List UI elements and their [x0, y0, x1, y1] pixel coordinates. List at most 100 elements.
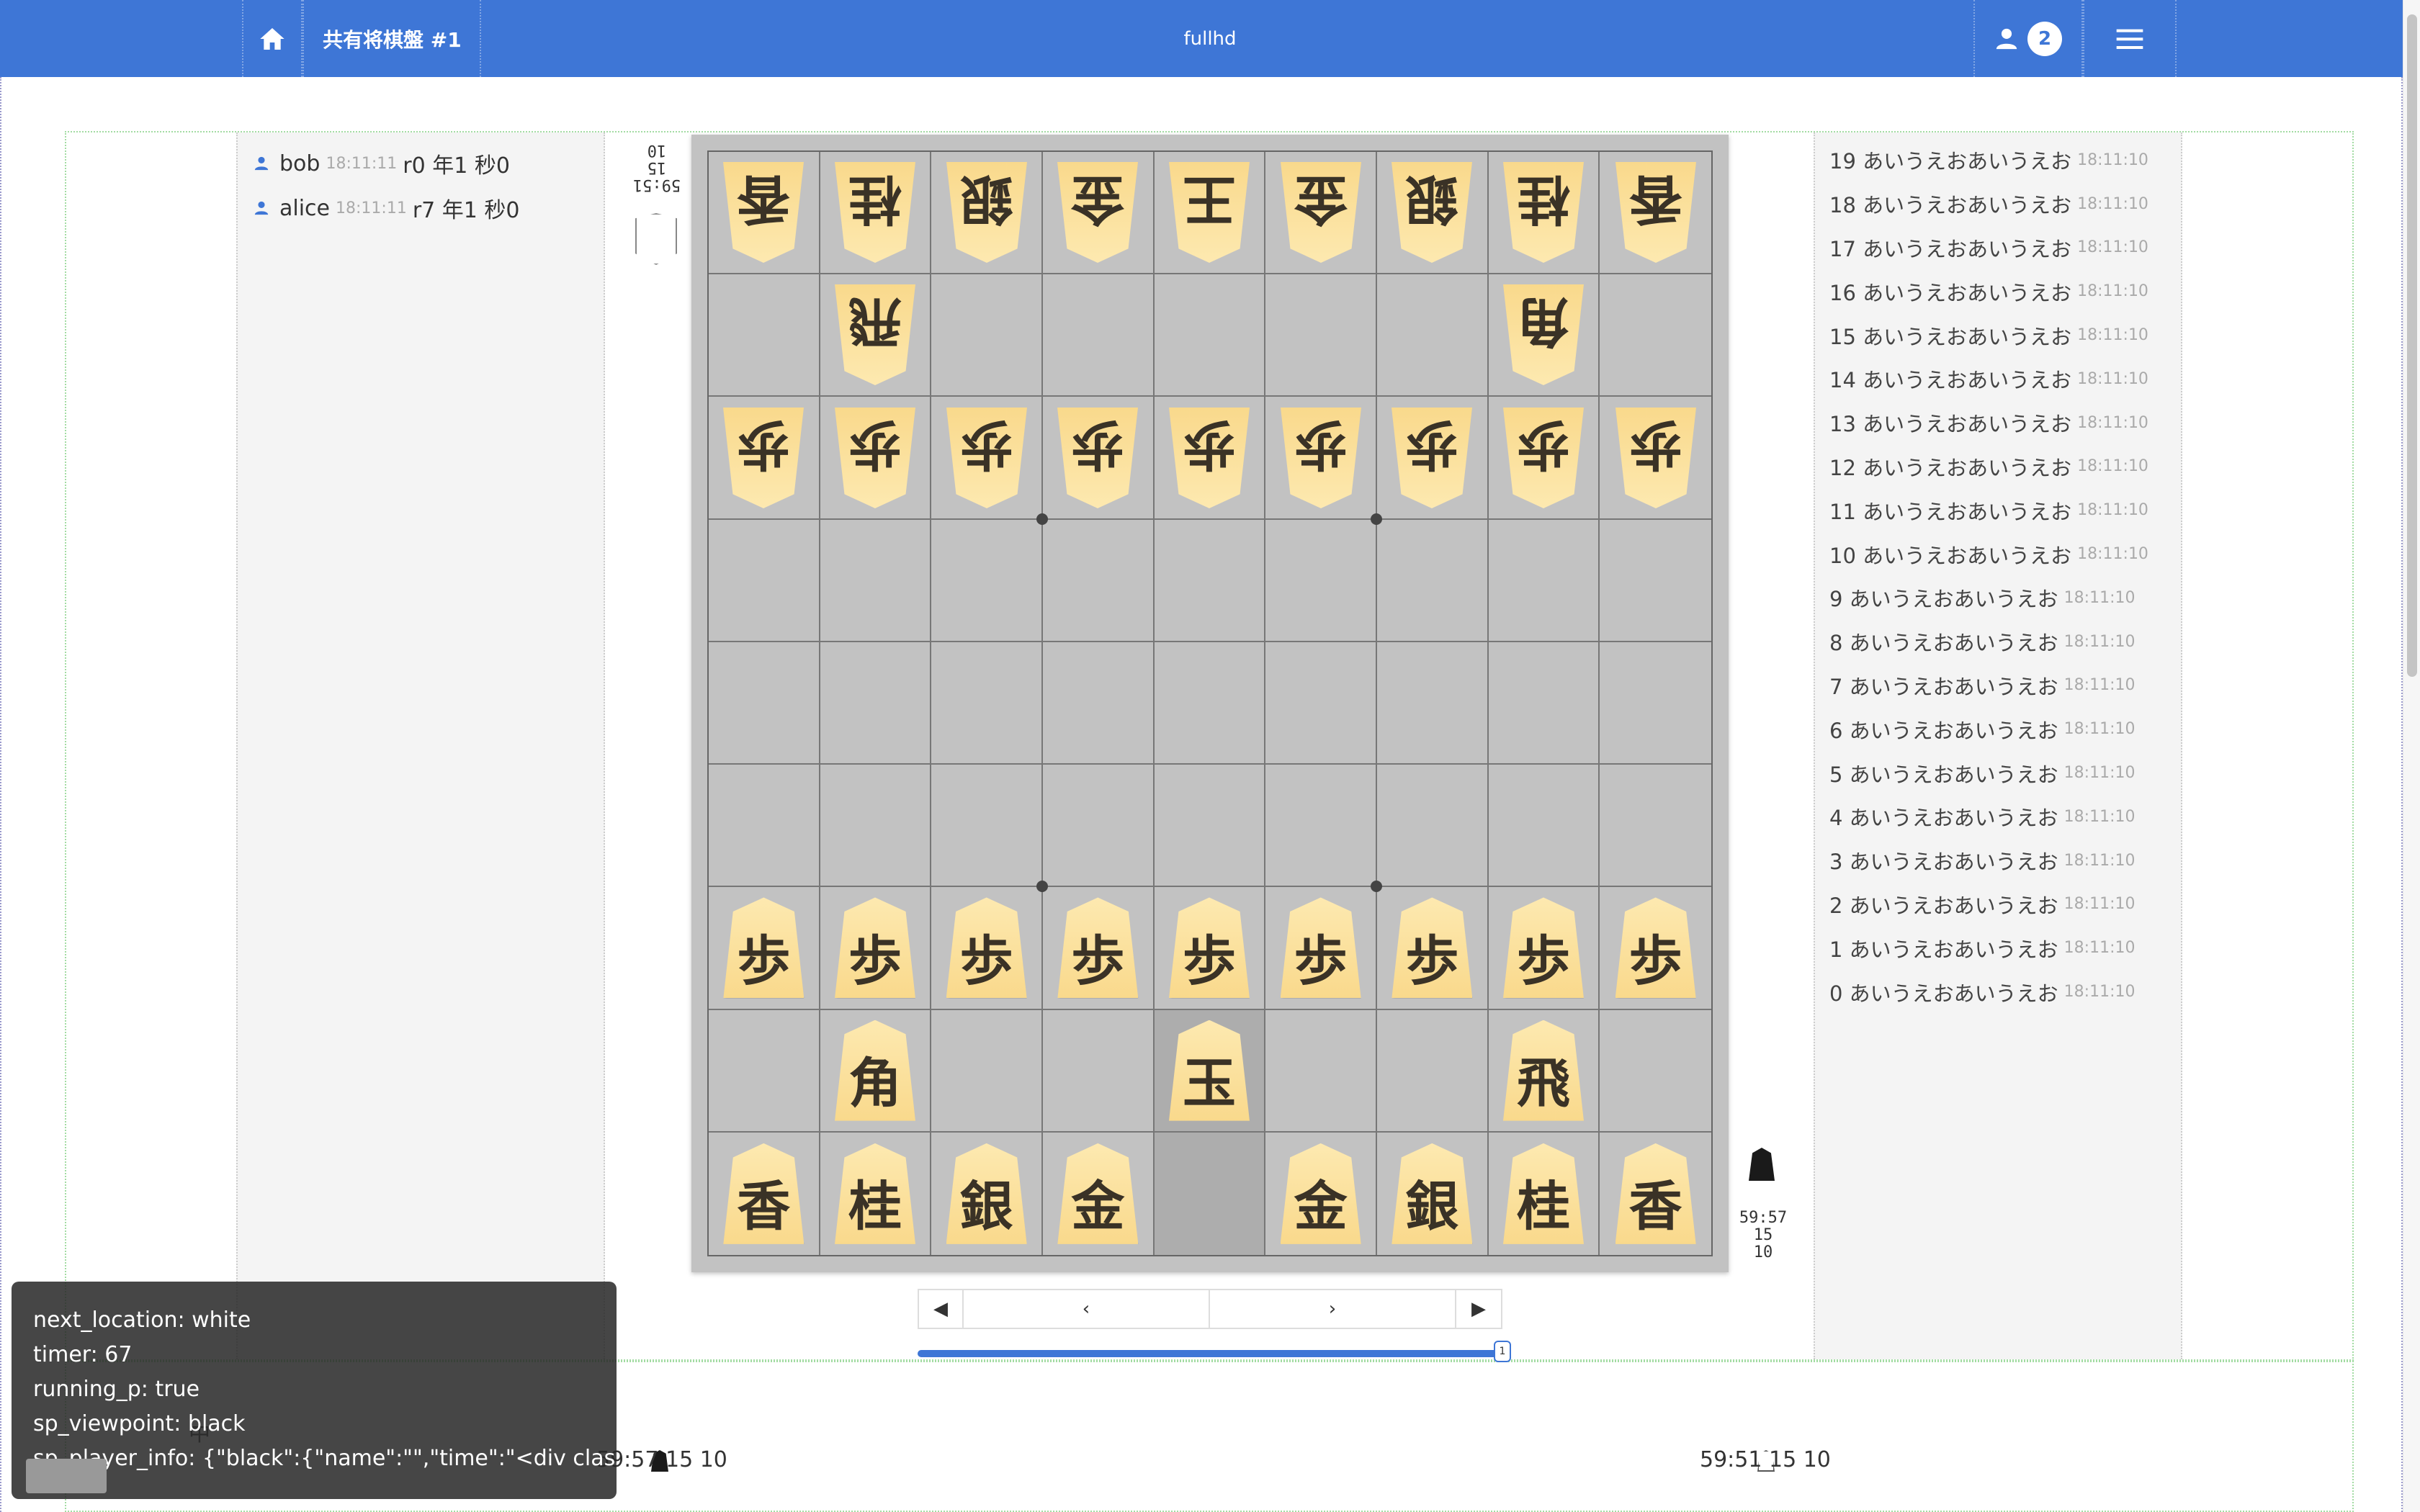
board-square[interactable]: 王 [1154, 152, 1266, 275]
board-square[interactable]: 香 [1600, 1132, 1711, 1255]
board-square[interactable] [1043, 642, 1155, 765]
black-piece[interactable]: 歩 [1502, 897, 1584, 999]
board-square[interactable] [1377, 765, 1489, 888]
last-move-button[interactable]: ▶ [1456, 1290, 1501, 1328]
board-square[interactable] [709, 642, 820, 765]
member-row[interactable]: bob 18:11:11 r0 年1 秒0 [238, 141, 604, 186]
black-piece[interactable]: 香 [1615, 1143, 1696, 1244]
black-piece[interactable]: 金 [1057, 1143, 1139, 1244]
debug-scrollbar[interactable] [26, 1459, 107, 1493]
board-square[interactable] [1265, 519, 1377, 642]
board-square[interactable] [1377, 519, 1489, 642]
member-row[interactable]: alice 18:11:11 r7 年1 秒0 [238, 186, 604, 230]
board-square[interactable]: 銀 [1377, 152, 1489, 275]
black-piece[interactable]: 玉 [1168, 1020, 1250, 1121]
black-piece[interactable]: 香 [723, 1143, 805, 1244]
board-square[interactable]: 角 [820, 1009, 932, 1133]
white-piece[interactable]: 銀 [1392, 162, 1472, 263]
board-square[interactable] [1154, 274, 1266, 397]
board-square[interactable] [1488, 519, 1600, 642]
board-square[interactable] [1043, 519, 1155, 642]
board-square[interactable] [931, 642, 1043, 765]
black-piece[interactable]: 歩 [1057, 897, 1139, 999]
black-piece[interactable]: 歩 [723, 897, 805, 999]
board-square[interactable]: 歩 [931, 887, 1043, 1010]
board-square[interactable]: 玉 [1154, 1009, 1266, 1133]
white-piece[interactable]: 銀 [946, 162, 1027, 263]
board-square[interactable] [931, 519, 1043, 642]
black-piece[interactable]: 歩 [1392, 897, 1473, 999]
member-count-button[interactable]: 2 [1973, 0, 2083, 77]
board-square[interactable]: 歩 [1377, 887, 1489, 1010]
board-square[interactable] [820, 519, 932, 642]
board-square[interactable] [709, 519, 820, 642]
board-square[interactable] [1154, 519, 1266, 642]
white-piece[interactable]: 香 [723, 162, 804, 263]
black-piece[interactable]: 銀 [1392, 1143, 1473, 1244]
black-piece[interactable]: 銀 [946, 1143, 1027, 1244]
board-square[interactable]: 歩 [1154, 887, 1266, 1010]
board-square[interactable] [931, 765, 1048, 893]
board-square[interactable] [1377, 1009, 1489, 1133]
board-square[interactable] [1154, 765, 1266, 888]
move-slider-handle[interactable]: 1 [1494, 1341, 1511, 1362]
prev-move-button[interactable]: ‹ [964, 1290, 1210, 1328]
board-square[interactable] [931, 1009, 1043, 1133]
board-square[interactable]: 金 [1043, 1132, 1155, 1255]
black-piece[interactable]: 歩 [1615, 897, 1696, 999]
board-square[interactable] [820, 642, 932, 765]
white-piece[interactable]: 歩 [1392, 408, 1472, 508]
white-piece[interactable]: 桂 [835, 162, 915, 263]
black-piece[interactable]: 桂 [1502, 1143, 1584, 1244]
board-square[interactable] [1600, 519, 1711, 642]
board-square[interactable]: 桂 [820, 1132, 932, 1255]
board-square[interactable] [1043, 1009, 1155, 1133]
board-square[interactable] [931, 274, 1043, 397]
board-square[interactable]: 歩 [1043, 397, 1155, 520]
white-piece[interactable]: 飛 [835, 284, 915, 385]
board-square[interactable] [1154, 1132, 1266, 1255]
board-square[interactable] [1265, 274, 1377, 397]
board-square[interactable]: 銀 [931, 1132, 1043, 1255]
board-square[interactable] [1043, 274, 1155, 397]
page-scrollbar[interactable] [2403, 0, 2420, 1512]
white-piece[interactable]: 歩 [1169, 408, 1250, 508]
black-piece[interactable]: 桂 [834, 1143, 915, 1244]
home-button[interactable] [242, 0, 302, 77]
board-square[interactable] [1154, 642, 1266, 765]
page-scrollbar-thumb[interactable] [2407, 14, 2417, 677]
white-piece[interactable]: 歩 [1057, 408, 1138, 508]
board-square[interactable]: 歩 [709, 397, 820, 520]
board-square[interactable] [1600, 274, 1711, 397]
white-piece[interactable]: 歩 [835, 408, 915, 508]
board-square[interactable] [1600, 765, 1711, 888]
board-square[interactable] [709, 1009, 820, 1133]
black-piece[interactable]: 歩 [1280, 897, 1361, 999]
white-piece[interactable]: 金 [1281, 162, 1361, 263]
menu-button[interactable] [2083, 0, 2177, 77]
board-square[interactable]: 歩 [1488, 887, 1600, 1010]
board-square[interactable] [1265, 765, 1382, 893]
board-square[interactable]: 歩 [820, 397, 932, 520]
board-square[interactable] [1600, 642, 1711, 765]
board-square[interactable] [1265, 1009, 1377, 1133]
white-piece[interactable]: 歩 [1281, 408, 1361, 508]
white-piece[interactable]: 角 [1503, 284, 1584, 385]
white-piece[interactable]: 歩 [1503, 408, 1584, 508]
board-square[interactable]: 歩 [1600, 397, 1711, 520]
move-slider-track[interactable] [918, 1350, 1502, 1357]
board-square[interactable] [1600, 1009, 1711, 1133]
board-square[interactable]: 桂 [820, 152, 932, 275]
black-piece[interactable]: 歩 [946, 897, 1027, 999]
first-move-button[interactable]: ◀ [919, 1290, 964, 1328]
board-square[interactable]: 歩 [1265, 887, 1377, 1010]
board-square[interactable]: 金 [1043, 152, 1155, 275]
next-move-button[interactable]: › [1210, 1290, 1456, 1328]
white-piece[interactable]: 歩 [946, 408, 1027, 508]
board-square[interactable]: 桂 [1488, 1132, 1600, 1255]
board-square[interactable]: 飛 [1488, 1009, 1600, 1133]
white-piece[interactable]: 桂 [1503, 162, 1584, 263]
board-square[interactable] [820, 765, 932, 888]
white-piece[interactable]: 金 [1057, 162, 1138, 263]
white-piece[interactable]: 香 [1615, 162, 1696, 263]
